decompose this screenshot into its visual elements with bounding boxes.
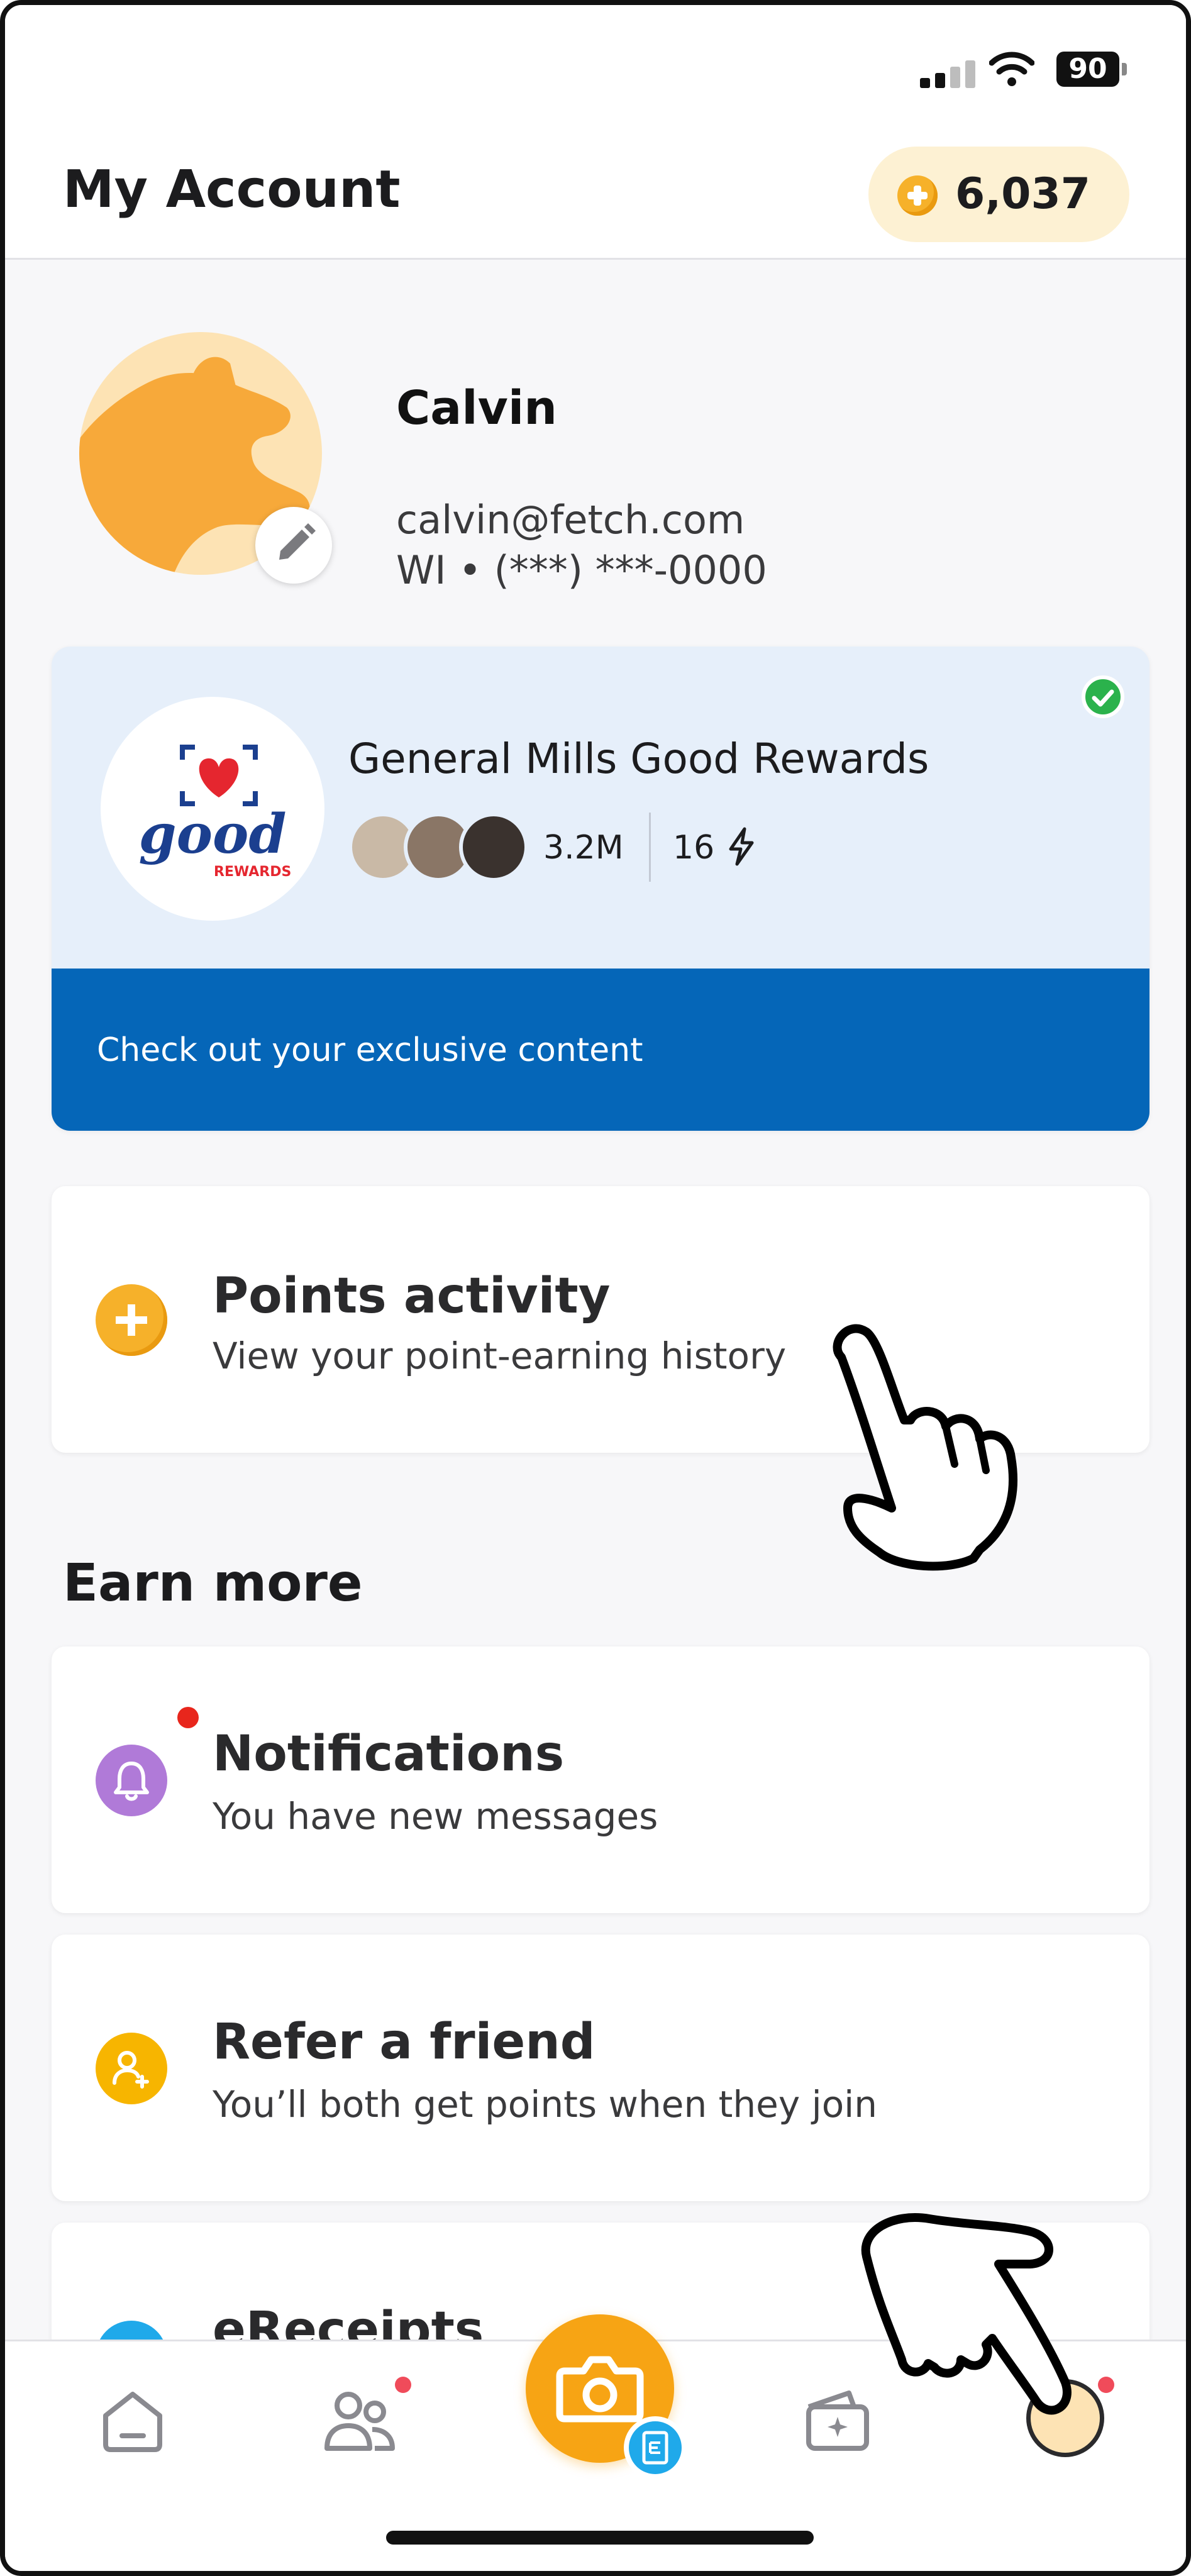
phone-frame: 90 My Account 6,037 Calvin calvin@fetch.… (0, 0, 1191, 2576)
members-count: 3.2M (543, 829, 624, 867)
profile-location-phone: WI • (***) ***-0000 (396, 547, 767, 593)
bell-icon (96, 1745, 167, 1816)
signal-icon (920, 60, 977, 88)
good-rewards-logo: good REWARDS (101, 697, 324, 921)
home-indicator (386, 2531, 814, 2545)
rewards-club-card[interactable]: good REWARDS General Mills Good Rewards … (52, 647, 1149, 1131)
battery-indicator: 90 (1056, 52, 1127, 87)
refer-friend-title: Refer a friend (213, 2014, 596, 2070)
refer-friend-card[interactable]: Refer a friend You’ll both get points wh… (52, 1935, 1149, 2201)
notifications-title: Notifications (213, 1726, 565, 1782)
status-bar: 90 (5, 5, 1186, 125)
exclusive-content-link: Check out your exclusive content (97, 1031, 643, 1069)
points-coin-icon (96, 1284, 167, 1356)
rewards-club-title: General Mills Good Rewards (348, 735, 929, 783)
members-row: 3.2M 16 (348, 813, 851, 882)
tap-hand-icon (861, 2213, 1072, 2415)
streak-count: 16 (673, 829, 715, 867)
exclusive-content-banner[interactable]: Check out your exclusive content (52, 969, 1149, 1131)
points-coin-icon (897, 175, 938, 216)
profile-name: Calvin (396, 381, 557, 435)
pencil-icon (279, 523, 316, 560)
profile-email: calvin@fetch.com (396, 497, 745, 543)
friends-icon[interactable] (318, 2379, 400, 2461)
edit-profile-button[interactable] (255, 507, 332, 584)
member-avatar (459, 813, 528, 882)
unread-dot (177, 1707, 199, 1728)
ereceipt-badge-icon (624, 2416, 687, 2479)
notifications-card[interactable]: Notifications You have new messages (52, 1646, 1149, 1913)
page-title: My Account (63, 160, 401, 219)
points-balance-button[interactable]: 6,037 (868, 147, 1129, 242)
points-activity-title: Points activity (213, 1268, 611, 1324)
refer-friend-subtitle: You’ll both get points when they join (213, 2083, 878, 2126)
notifications-subtitle: You have new messages (213, 1795, 658, 1838)
add-user-icon (96, 2033, 167, 2104)
points-activity-subtitle: View your point-earning history (213, 1335, 787, 1377)
earn-more-heading: Earn more (63, 1553, 363, 1613)
points-balance: 6,037 (955, 169, 1091, 219)
home-icon[interactable] (92, 2379, 174, 2461)
tap-hand-icon (833, 1324, 1018, 1571)
lightning-icon (729, 827, 754, 866)
wifi-icon (989, 52, 1034, 86)
verified-check-icon (1082, 675, 1124, 718)
rewards-logo-subtext: REWARDS (214, 864, 292, 880)
page-header: My Account 6,037 (5, 125, 1186, 260)
divider (649, 813, 651, 882)
friends-notification-dot (395, 2377, 411, 2393)
good-logo-text: good (138, 802, 287, 866)
